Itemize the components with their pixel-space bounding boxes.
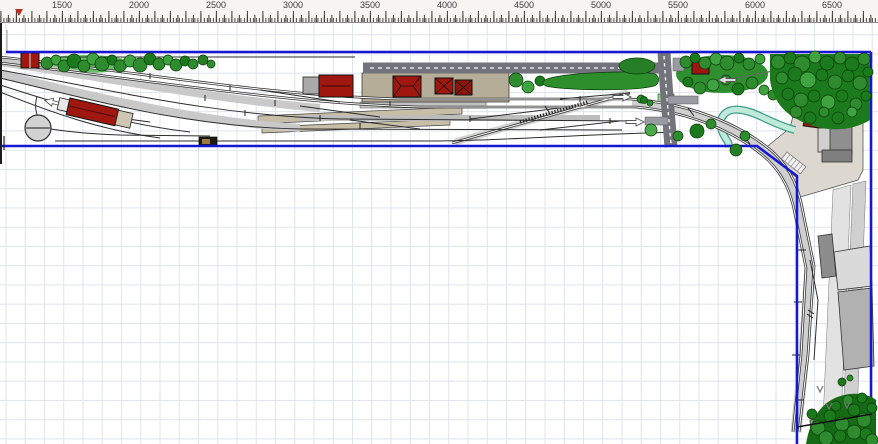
ruler-label: 6000 bbox=[735, 0, 775, 11]
station-building[interactable] bbox=[303, 75, 353, 97]
turntable[interactable] bbox=[25, 115, 51, 141]
tree-cluster-bottom-right[interactable] bbox=[806, 375, 878, 444]
ruler-label: 5500 bbox=[658, 0, 698, 11]
track-planner-window: 1500 2000 2500 3000 3500 4000 4500 5000 … bbox=[0, 0, 878, 444]
horizontal-ruler[interactable]: 1500 2000 2500 3000 3500 4000 4500 5000 … bbox=[0, 0, 878, 23]
ruler-label: 5000 bbox=[581, 0, 621, 11]
ruler-label: 6500 bbox=[812, 0, 852, 11]
ruler-label: 1500 bbox=[42, 0, 82, 11]
building-top-left[interactable] bbox=[21, 53, 39, 68]
ruler-label: 2500 bbox=[196, 0, 236, 11]
maintenance-vehicle[interactable] bbox=[199, 137, 217, 146]
ruler-label: 4500 bbox=[504, 0, 544, 11]
ruler-label: 4000 bbox=[427, 0, 467, 11]
ruler-label: 2000 bbox=[119, 0, 159, 11]
ruler-label: 3500 bbox=[350, 0, 390, 11]
ruler-ticks bbox=[0, 11, 878, 22]
tree-cluster-top-right-forest[interactable] bbox=[770, 51, 873, 129]
drawing-left-edge bbox=[0, 22, 2, 164]
layout-plan-drawing[interactable] bbox=[0, 22, 878, 444]
ruler-position-marker[interactable] bbox=[15, 9, 23, 16]
ruler-label: 3000 bbox=[273, 0, 313, 11]
